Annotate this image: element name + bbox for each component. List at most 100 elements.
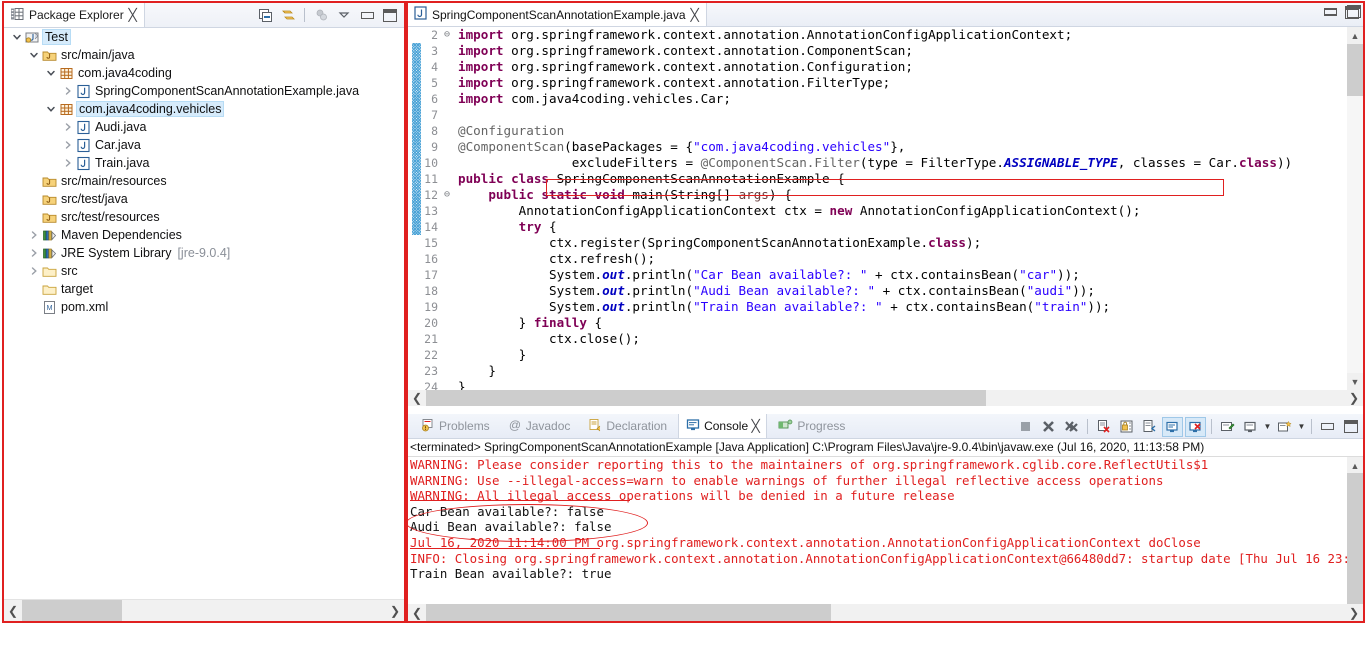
tree-item-com-java4coding-vehicles[interactable]: com.java4coding.vehicles [4, 100, 404, 118]
pin-console-button[interactable] [1217, 417, 1238, 437]
tab-console[interactable]: Console ╳ [678, 414, 768, 438]
tab-progress[interactable]: Progress [771, 414, 852, 438]
tree-item-jre-system-library[interactable]: JRE System Library [jre-9.0.4] [4, 244, 404, 262]
console-output[interactable]: WARNING: Please consider reporting this … [408, 457, 1347, 604]
minimize-icon[interactable] [357, 6, 377, 25]
tree-item-src-test-java[interactable]: src/test/java [4, 190, 404, 208]
scroll-right-arrow-icon[interactable]: ❯ [1345, 604, 1363, 621]
chevron-right-icon[interactable] [61, 140, 75, 150]
code-line[interactable]: 10 excludeFilters = @ComponentScan.Filte… [408, 155, 1347, 171]
hscroll-thumb[interactable] [426, 604, 831, 621]
tab-springcomponentscanannotationexample-java[interactable]: SpringComponentScanAnnotationExample.jav… [408, 3, 707, 26]
chevron-right-icon[interactable] [27, 230, 41, 240]
code-line[interactable]: 21 ctx.close(); [408, 331, 1347, 347]
hscroll-thumb[interactable] [22, 600, 122, 621]
remove-all-terminated-button[interactable] [1061, 417, 1082, 437]
scroll-left-arrow-icon[interactable]: ❮ [408, 390, 426, 406]
tree-item-springcomponentscanannotationexample-java[interactable]: SpringComponentScanAnnotationExample.jav… [4, 82, 404, 100]
collapse-all-button[interactable] [255, 6, 275, 25]
code-line[interactable]: 7 [408, 107, 1347, 123]
close-icon[interactable]: ╳ [128, 9, 136, 21]
chevron-down-icon[interactable] [334, 6, 354, 25]
tree-item-src-main-resources[interactable]: src/main/resources [4, 172, 404, 190]
tab-package-explorer[interactable]: Package Explorer ╳ [4, 3, 145, 27]
open-console-button[interactable] [1274, 417, 1295, 437]
scroll-up-arrow-icon[interactable]: ▲ [1347, 457, 1363, 474]
chevron-down-icon[interactable] [27, 50, 41, 60]
tree-item-car-java[interactable]: Car.java [4, 136, 404, 154]
tree-item-pom-xml[interactable]: Mpom.xml [4, 298, 404, 316]
minimize-icon[interactable] [1317, 417, 1338, 437]
chevron-down-icon[interactable]: ▼ [1263, 422, 1272, 431]
tree-item-train-java[interactable]: Train.java [4, 154, 404, 172]
tree-item-com-java4coding[interactable]: com.java4coding [4, 64, 404, 82]
link-with-editor-button[interactable] [278, 6, 298, 25]
chevron-down-icon[interactable] [44, 68, 58, 78]
code-line[interactable]: 8 @Configuration [408, 123, 1347, 139]
tree-item-target[interactable]: target [4, 280, 404, 298]
close-icon[interactable]: ╳ [690, 9, 698, 21]
show-console-on-error-button[interactable] [1185, 416, 1206, 437]
tab-javadoc[interactable]: @ Javadoc [501, 414, 578, 438]
code-area[interactable]: 2 ⊖ import org.springframework.context.ann… [408, 27, 1363, 406]
code-line[interactable]: 11 public class SpringComponentScanAnnota… [408, 171, 1347, 187]
filters-icon[interactable] [311, 6, 331, 25]
tree-item-test[interactable]: Test [4, 28, 404, 46]
code-line[interactable]: 18 System.out.println("Audi Bean availab… [408, 283, 1347, 299]
remove-launch-button[interactable] [1038, 417, 1059, 437]
code-line[interactable]: 17 System.out.println("Car Bean availabl… [408, 267, 1347, 283]
tree-item-src-main-java[interactable]: src/main/java [4, 46, 404, 64]
fold-collapse-icon[interactable]: ⊖ [440, 187, 454, 203]
vscroll-thumb[interactable] [1347, 473, 1363, 604]
code-line[interactable]: 12 ⊖ public static void main(String[] arg… [408, 187, 1347, 203]
scroll-right-arrow-icon[interactable]: ❯ [1345, 390, 1363, 406]
show-console-on-output-button[interactable] [1162, 416, 1183, 437]
chevron-right-icon[interactable] [61, 158, 75, 168]
display-selected-console-button[interactable] [1240, 417, 1261, 437]
maximize-icon[interactable] [1340, 417, 1361, 437]
code-line[interactable]: 19 System.out.println("Train Bean availa… [408, 299, 1347, 315]
scroll-down-arrow-icon[interactable]: ▼ [1347, 373, 1363, 390]
hscroll-track[interactable] [426, 390, 1345, 406]
code-line[interactable]: 14 try { [408, 219, 1347, 235]
scroll-left-arrow-icon[interactable]: ❮ [408, 604, 426, 621]
code-line[interactable]: 22 } [408, 347, 1347, 363]
chevron-down-icon[interactable] [10, 32, 24, 42]
chevron-right-icon[interactable] [61, 86, 75, 96]
vscroll-thumb[interactable] [1347, 44, 1363, 96]
fold-collapse-icon[interactable]: ⊖ [440, 27, 454, 43]
maximize-icon[interactable] [1347, 5, 1361, 18]
code-line[interactable]: 2 ⊖ import org.springframework.context.ann… [408, 27, 1347, 43]
tree-item-src[interactable]: src [4, 262, 404, 280]
hscroll-thumb[interactable] [426, 390, 986, 406]
terminate-button[interactable] [1015, 417, 1036, 437]
code-line[interactable]: 3 import org.springframework.context.anno… [408, 43, 1347, 59]
minimize-icon[interactable] [1324, 8, 1337, 15]
code-line[interactable]: 16 ctx.refresh(); [408, 251, 1347, 267]
code-line[interactable]: 4 import org.springframework.context.anno… [408, 59, 1347, 75]
tab-problems[interactable]: Problems [414, 414, 497, 438]
editor-hscrollbar[interactable]: ❮ ❯ [408, 390, 1363, 406]
hscroll-track[interactable] [426, 604, 1345, 621]
code-line[interactable]: 20 } finally { [408, 315, 1347, 331]
scroll-lock-button[interactable] [1116, 417, 1137, 437]
chevron-right-icon[interactable] [27, 248, 41, 258]
code-line[interactable]: 9 @ComponentScan(basePackages = {"com.jav… [408, 139, 1347, 155]
hscroll-track[interactable] [22, 600, 386, 621]
console-hscrollbar[interactable]: ❮ ❯ [408, 604, 1363, 621]
editor-vscrollbar[interactable]: ▲ ▼ [1347, 27, 1363, 390]
code-line[interactable]: 15 ctx.register(SpringComponentScanAnnot… [408, 235, 1347, 251]
code-line[interactable]: 6 import com.java4coding.vehicles.Car; [408, 91, 1347, 107]
tree-item-audi-java[interactable]: Audi.java [4, 118, 404, 136]
chevron-right-icon[interactable] [61, 122, 75, 132]
tree-item-maven-dependencies[interactable]: Maven Dependencies [4, 226, 404, 244]
scroll-up-arrow-icon[interactable]: ▲ [1347, 27, 1363, 44]
tree-item-src-test-resources[interactable]: src/test/resources [4, 208, 404, 226]
close-icon[interactable]: ╳ [752, 420, 760, 432]
code-lines[interactable]: 2 ⊖ import org.springframework.context.ann… [408, 27, 1347, 406]
word-wrap-button[interactable] [1139, 417, 1160, 437]
maximize-icon[interactable] [380, 6, 400, 25]
console-vscrollbar[interactable]: ▲ [1347, 457, 1363, 604]
chevron-down-icon[interactable] [44, 104, 58, 114]
scroll-left-arrow-icon[interactable]: ❮ [4, 600, 22, 621]
